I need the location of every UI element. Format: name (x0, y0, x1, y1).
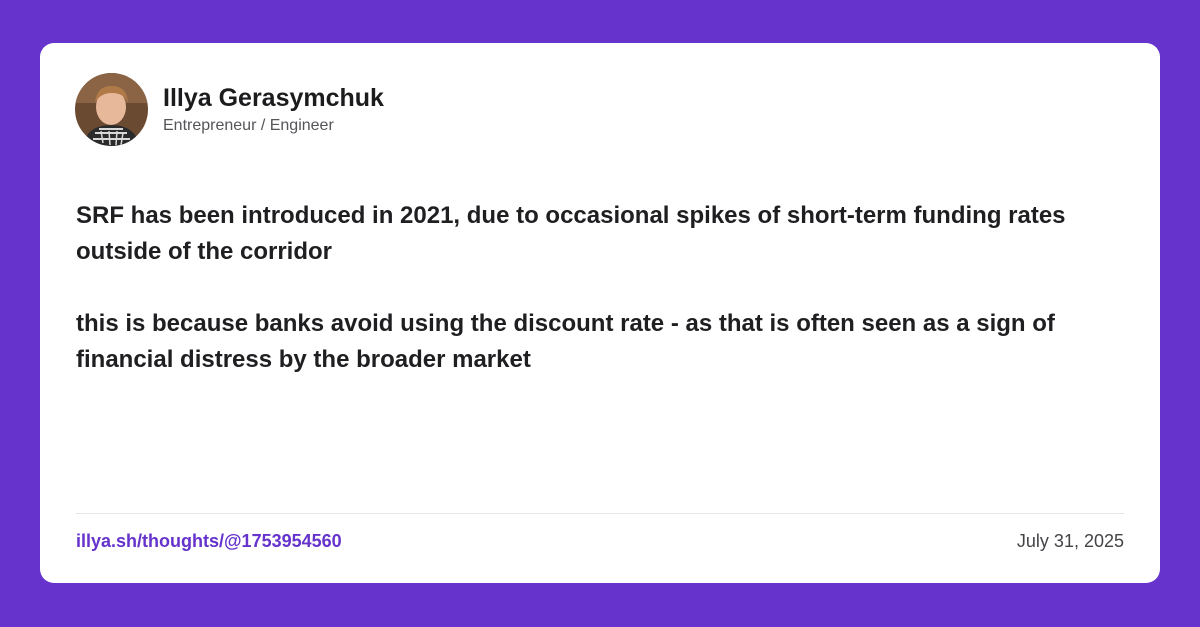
post-permalink[interactable]: illya.sh/thoughts/@1753954560 (76, 530, 342, 552)
author-header: Illya Gerasymchuk Entrepreneur / Enginee… (75, 73, 384, 146)
author-name: Illya Gerasymchuk (163, 84, 384, 112)
author-role: Entrepreneur / Engineer (163, 117, 334, 134)
post-card: Illya Gerasymchuk Entrepreneur / Enginee… (40, 43, 1160, 583)
avatar[interactable] (75, 73, 148, 146)
post-paragraph: SRF has been introduced in 2021, due to … (76, 202, 1066, 265)
post-paragraph: this is because banks avoid using the di… (76, 310, 1055, 373)
post-date: July 31, 2025 (1016, 531, 1124, 551)
footer-divider (76, 513, 1124, 514)
post-body: SRF has been introduced in 2021, due to … (76, 198, 1126, 378)
